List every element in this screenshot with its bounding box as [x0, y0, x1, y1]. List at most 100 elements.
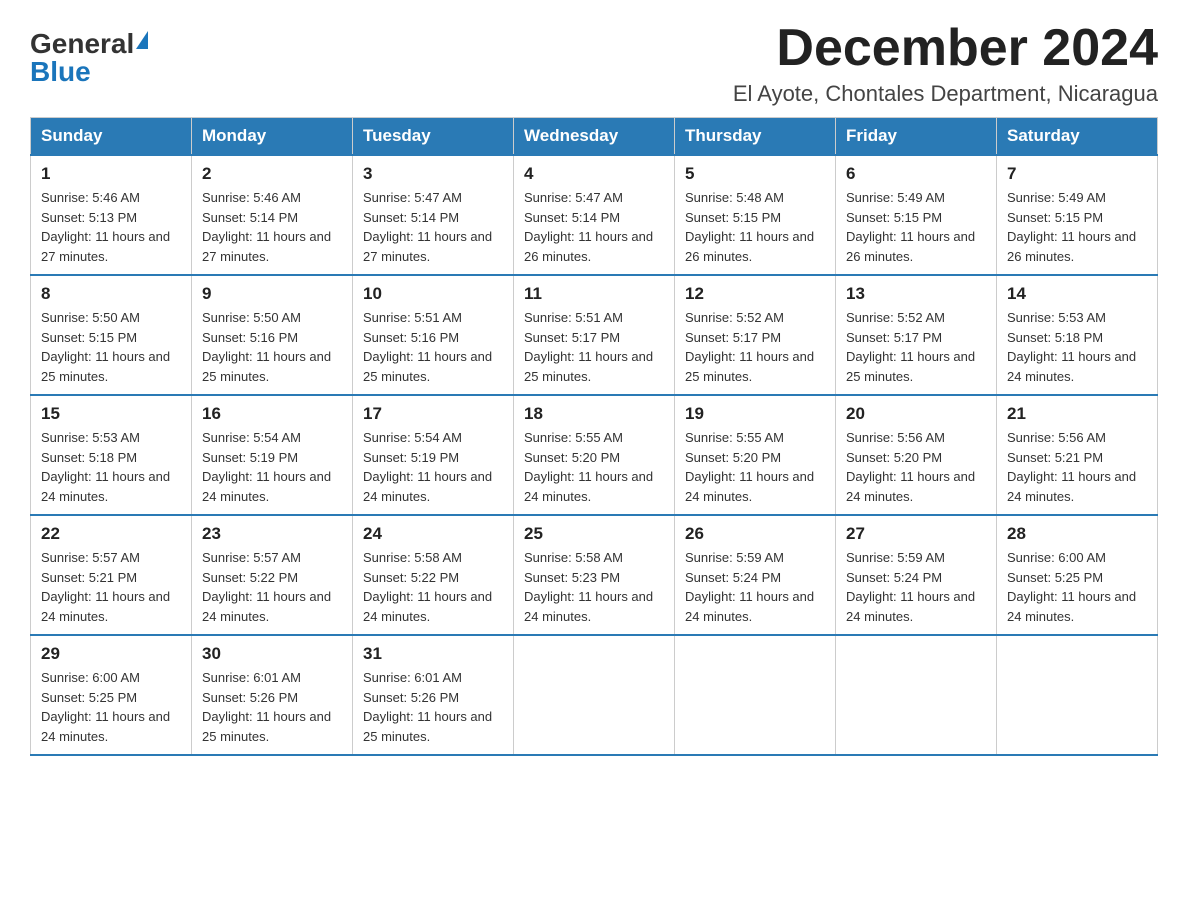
day-number: 27: [846, 524, 986, 544]
day-info: Sunrise: 5:55 AMSunset: 5:20 PMDaylight:…: [524, 430, 653, 504]
day-number: 26: [685, 524, 825, 544]
day-number: 20: [846, 404, 986, 424]
day-info: Sunrise: 5:50 AMSunset: 5:15 PMDaylight:…: [41, 310, 170, 384]
page-header: General Blue December 2024 El Ayote, Cho…: [30, 20, 1158, 107]
day-info: Sunrise: 5:53 AMSunset: 5:18 PMDaylight:…: [1007, 310, 1136, 384]
calendar-cell: 2 Sunrise: 5:46 AMSunset: 5:14 PMDayligh…: [192, 155, 353, 275]
weekday-header-tuesday: Tuesday: [353, 118, 514, 156]
day-info: Sunrise: 5:57 AMSunset: 5:22 PMDaylight:…: [202, 550, 331, 624]
calendar-cell: [514, 635, 675, 755]
calendar-cell: [675, 635, 836, 755]
day-info: Sunrise: 5:50 AMSunset: 5:16 PMDaylight:…: [202, 310, 331, 384]
day-info: Sunrise: 5:48 AMSunset: 5:15 PMDaylight:…: [685, 190, 814, 264]
logo-triangle-icon: [136, 31, 148, 49]
day-number: 6: [846, 164, 986, 184]
day-info: Sunrise: 6:01 AMSunset: 5:26 PMDaylight:…: [363, 670, 492, 744]
day-info: Sunrise: 5:59 AMSunset: 5:24 PMDaylight:…: [846, 550, 975, 624]
day-number: 12: [685, 284, 825, 304]
day-info: Sunrise: 5:58 AMSunset: 5:23 PMDaylight:…: [524, 550, 653, 624]
calendar-cell: 7 Sunrise: 5:49 AMSunset: 5:15 PMDayligh…: [997, 155, 1158, 275]
calendar-cell: 19 Sunrise: 5:55 AMSunset: 5:20 PMDaylig…: [675, 395, 836, 515]
calendar-cell: 4 Sunrise: 5:47 AMSunset: 5:14 PMDayligh…: [514, 155, 675, 275]
day-info: Sunrise: 6:00 AMSunset: 5:25 PMDaylight:…: [41, 670, 170, 744]
calendar-cell: 6 Sunrise: 5:49 AMSunset: 5:15 PMDayligh…: [836, 155, 997, 275]
logo-blue-text: Blue: [30, 58, 91, 86]
calendar-cell: 27 Sunrise: 5:59 AMSunset: 5:24 PMDaylig…: [836, 515, 997, 635]
calendar-cell: 10 Sunrise: 5:51 AMSunset: 5:16 PMDaylig…: [353, 275, 514, 395]
month-title: December 2024: [733, 20, 1158, 77]
day-number: 16: [202, 404, 342, 424]
day-number: 9: [202, 284, 342, 304]
calendar-cell: 26 Sunrise: 5:59 AMSunset: 5:24 PMDaylig…: [675, 515, 836, 635]
calendar-week-2: 8 Sunrise: 5:50 AMSunset: 5:15 PMDayligh…: [31, 275, 1158, 395]
day-info: Sunrise: 5:53 AMSunset: 5:18 PMDaylight:…: [41, 430, 170, 504]
calendar-cell: [836, 635, 997, 755]
calendar-cell: 23 Sunrise: 5:57 AMSunset: 5:22 PMDaylig…: [192, 515, 353, 635]
day-number: 21: [1007, 404, 1147, 424]
day-info: Sunrise: 5:47 AMSunset: 5:14 PMDaylight:…: [524, 190, 653, 264]
day-number: 5: [685, 164, 825, 184]
day-info: Sunrise: 5:46 AMSunset: 5:13 PMDaylight:…: [41, 190, 170, 264]
day-number: 13: [846, 284, 986, 304]
day-info: Sunrise: 6:00 AMSunset: 5:25 PMDaylight:…: [1007, 550, 1136, 624]
calendar-cell: 3 Sunrise: 5:47 AMSunset: 5:14 PMDayligh…: [353, 155, 514, 275]
weekday-header-friday: Friday: [836, 118, 997, 156]
calendar-cell: 25 Sunrise: 5:58 AMSunset: 5:23 PMDaylig…: [514, 515, 675, 635]
calendar-cell: 30 Sunrise: 6:01 AMSunset: 5:26 PMDaylig…: [192, 635, 353, 755]
calendar-cell: 13 Sunrise: 5:52 AMSunset: 5:17 PMDaylig…: [836, 275, 997, 395]
calendar-cell: 12 Sunrise: 5:52 AMSunset: 5:17 PMDaylig…: [675, 275, 836, 395]
day-number: 11: [524, 284, 664, 304]
day-info: Sunrise: 5:51 AMSunset: 5:17 PMDaylight:…: [524, 310, 653, 384]
weekday-header-saturday: Saturday: [997, 118, 1158, 156]
day-info: Sunrise: 5:57 AMSunset: 5:21 PMDaylight:…: [41, 550, 170, 624]
calendar-cell: 15 Sunrise: 5:53 AMSunset: 5:18 PMDaylig…: [31, 395, 192, 515]
calendar-cell: 17 Sunrise: 5:54 AMSunset: 5:19 PMDaylig…: [353, 395, 514, 515]
day-number: 22: [41, 524, 181, 544]
day-number: 15: [41, 404, 181, 424]
day-info: Sunrise: 5:47 AMSunset: 5:14 PMDaylight:…: [363, 190, 492, 264]
day-info: Sunrise: 5:49 AMSunset: 5:15 PMDaylight:…: [846, 190, 975, 264]
day-info: Sunrise: 5:54 AMSunset: 5:19 PMDaylight:…: [202, 430, 331, 504]
day-info: Sunrise: 5:56 AMSunset: 5:20 PMDaylight:…: [846, 430, 975, 504]
calendar-cell: 8 Sunrise: 5:50 AMSunset: 5:15 PMDayligh…: [31, 275, 192, 395]
calendar-cell: 18 Sunrise: 5:55 AMSunset: 5:20 PMDaylig…: [514, 395, 675, 515]
calendar-cell: 14 Sunrise: 5:53 AMSunset: 5:18 PMDaylig…: [997, 275, 1158, 395]
day-info: Sunrise: 5:51 AMSunset: 5:16 PMDaylight:…: [363, 310, 492, 384]
day-number: 8: [41, 284, 181, 304]
calendar-week-1: 1 Sunrise: 5:46 AMSunset: 5:13 PMDayligh…: [31, 155, 1158, 275]
calendar-week-4: 22 Sunrise: 5:57 AMSunset: 5:21 PMDaylig…: [31, 515, 1158, 635]
weekday-header-monday: Monday: [192, 118, 353, 156]
calendar-cell: 21 Sunrise: 5:56 AMSunset: 5:21 PMDaylig…: [997, 395, 1158, 515]
calendar-cell: [997, 635, 1158, 755]
day-number: 30: [202, 644, 342, 664]
day-info: Sunrise: 5:55 AMSunset: 5:20 PMDaylight:…: [685, 430, 814, 504]
day-info: Sunrise: 5:52 AMSunset: 5:17 PMDaylight:…: [685, 310, 814, 384]
calendar-cell: 29 Sunrise: 6:00 AMSunset: 5:25 PMDaylig…: [31, 635, 192, 755]
day-info: Sunrise: 5:54 AMSunset: 5:19 PMDaylight:…: [363, 430, 492, 504]
day-info: Sunrise: 5:56 AMSunset: 5:21 PMDaylight:…: [1007, 430, 1136, 504]
day-number: 10: [363, 284, 503, 304]
calendar-cell: 1 Sunrise: 5:46 AMSunset: 5:13 PMDayligh…: [31, 155, 192, 275]
weekday-header-wednesday: Wednesday: [514, 118, 675, 156]
weekday-header-row: SundayMondayTuesdayWednesdayThursdayFrid…: [31, 118, 1158, 156]
calendar-table: SundayMondayTuesdayWednesdayThursdayFrid…: [30, 117, 1158, 756]
calendar-cell: 31 Sunrise: 6:01 AMSunset: 5:26 PMDaylig…: [353, 635, 514, 755]
day-info: Sunrise: 5:46 AMSunset: 5:14 PMDaylight:…: [202, 190, 331, 264]
calendar-week-3: 15 Sunrise: 5:53 AMSunset: 5:18 PMDaylig…: [31, 395, 1158, 515]
weekday-header-thursday: Thursday: [675, 118, 836, 156]
day-number: 23: [202, 524, 342, 544]
calendar-cell: 28 Sunrise: 6:00 AMSunset: 5:25 PMDaylig…: [997, 515, 1158, 635]
calendar-week-5: 29 Sunrise: 6:00 AMSunset: 5:25 PMDaylig…: [31, 635, 1158, 755]
day-number: 14: [1007, 284, 1147, 304]
calendar-cell: 24 Sunrise: 5:58 AMSunset: 5:22 PMDaylig…: [353, 515, 514, 635]
day-number: 19: [685, 404, 825, 424]
logo: General Blue: [30, 30, 148, 86]
day-number: 28: [1007, 524, 1147, 544]
day-number: 17: [363, 404, 503, 424]
day-info: Sunrise: 5:59 AMSunset: 5:24 PMDaylight:…: [685, 550, 814, 624]
day-number: 25: [524, 524, 664, 544]
day-number: 29: [41, 644, 181, 664]
calendar-cell: 22 Sunrise: 5:57 AMSunset: 5:21 PMDaylig…: [31, 515, 192, 635]
day-number: 7: [1007, 164, 1147, 184]
day-number: 24: [363, 524, 503, 544]
